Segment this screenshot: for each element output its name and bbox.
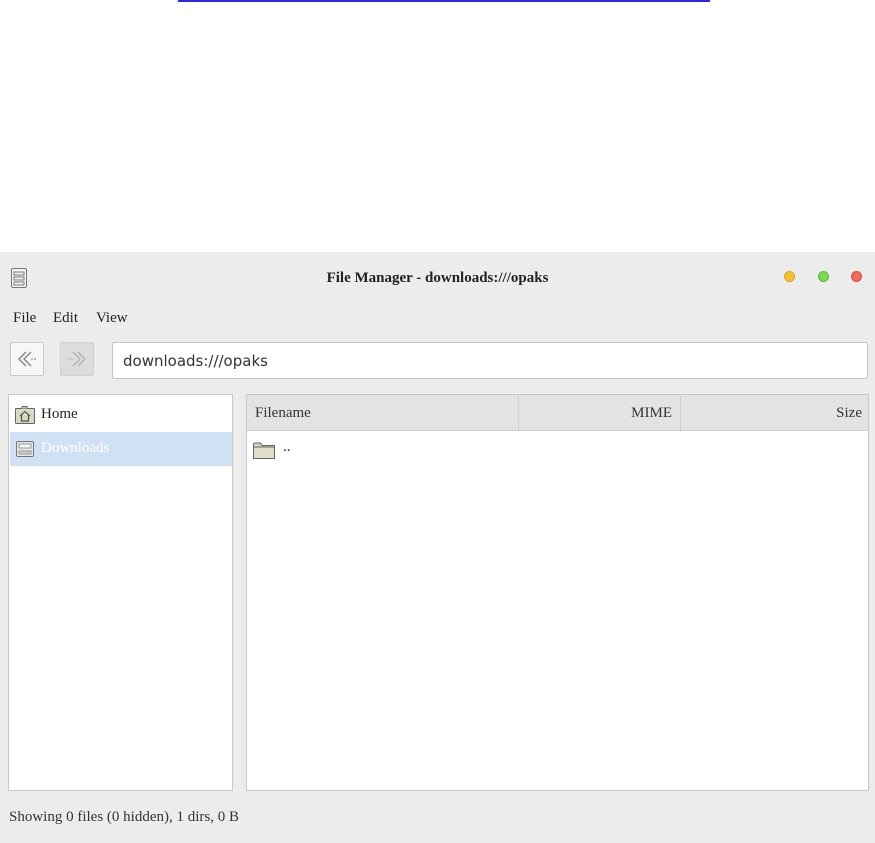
file-list: Filename MIME Size .. — [246, 394, 869, 791]
close-button[interactable] — [851, 271, 862, 282]
minimize-button[interactable] — [784, 271, 795, 282]
navigation-toolbar — [0, 338, 875, 382]
sidebar-item-label: Downloads — [41, 440, 110, 456]
menu-file[interactable]: File — [13, 310, 36, 327]
title-bar[interactable]: File Manager - downloads:///opaks — [0, 252, 875, 304]
menu-bar: File Edit View — [0, 304, 875, 332]
forward-button[interactable] — [60, 342, 94, 376]
address-field[interactable] — [112, 342, 868, 379]
downloads-drive-icon — [16, 441, 34, 457]
maximize-button[interactable] — [818, 271, 829, 282]
window-title: File Manager - downloads:///opaks — [326, 270, 549, 286]
menu-view[interactable]: View — [96, 310, 128, 327]
places-sidebar: Home Downloads — [8, 394, 233, 791]
table-row[interactable]: .. — [247, 433, 868, 467]
column-header-mime[interactable]: MIME — [519, 395, 681, 430]
file-manager-window: File Manager - downloads:///opaks File E… — [0, 252, 875, 843]
status-bar: Showing 0 files (0 hidden), 1 dirs, 0 B — [9, 809, 239, 825]
forward-arrow-icon — [68, 351, 87, 367]
back-arrow-icon — [17, 351, 36, 367]
top-link-underline — [178, 0, 710, 2]
folder-icon — [253, 442, 275, 459]
file-name: .. — [283, 439, 291, 455]
menu-edit[interactable]: Edit — [53, 310, 78, 327]
sidebar-item-label: Home — [41, 406, 78, 422]
sidebar-item-downloads[interactable]: Downloads — [10, 432, 232, 466]
file-list-header: Filename MIME Size — [247, 395, 868, 431]
sidebar-item-home[interactable]: Home — [10, 398, 232, 432]
column-header-filename[interactable]: Filename — [247, 395, 519, 430]
column-header-size[interactable]: Size — [681, 395, 868, 430]
back-button[interactable] — [10, 342, 44, 376]
home-folder-icon — [15, 406, 35, 424]
